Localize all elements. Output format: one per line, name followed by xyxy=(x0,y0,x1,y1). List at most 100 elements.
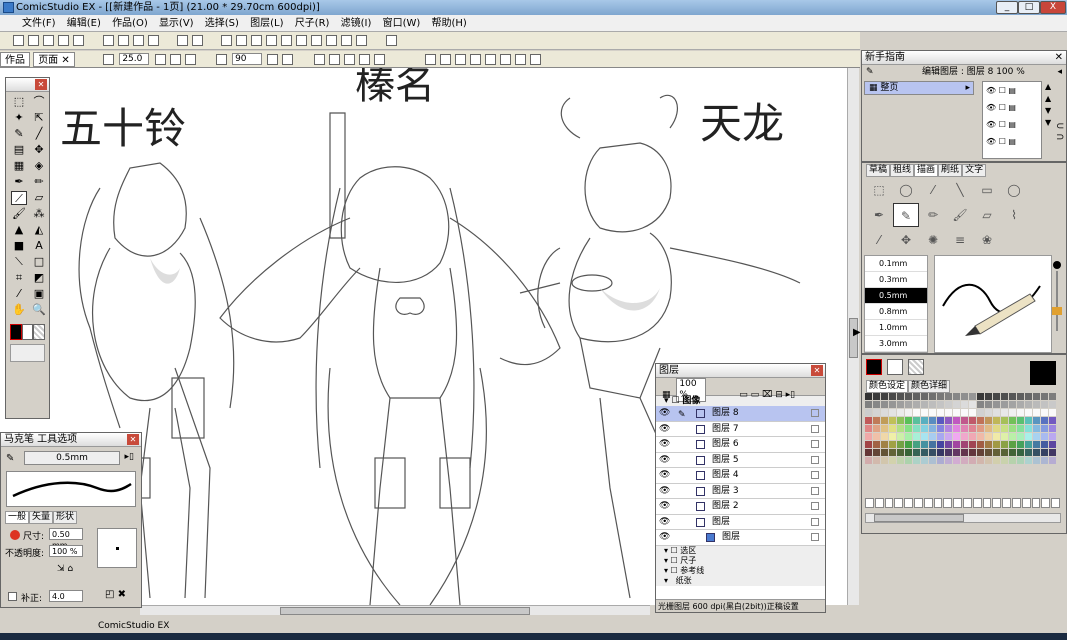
color-swatch[interactable] xyxy=(993,449,1000,456)
color-swatch[interactable] xyxy=(1009,425,1016,432)
view2-icon[interactable] xyxy=(251,35,263,46)
color-swatch[interactable] xyxy=(993,441,1000,448)
color-swatch[interactable] xyxy=(1001,449,1008,456)
folder-paper[interactable]: ▾ 纸张 xyxy=(664,576,825,586)
layer-row[interactable]: 👁 图层 3 xyxy=(656,483,825,499)
color-swatch[interactable] xyxy=(865,425,872,432)
menu-filter[interactable]: 滤镜(I) xyxy=(337,15,376,32)
custom-color-slot[interactable] xyxy=(953,498,962,508)
size-option[interactable]: 0.3mm xyxy=(865,272,927,288)
flip-v-icon[interactable] xyxy=(282,54,294,65)
color-swatch[interactable] xyxy=(945,417,952,424)
color-swatch[interactable] xyxy=(865,409,872,416)
color-swatch[interactable] xyxy=(1041,409,1048,416)
color-swatch[interactable] xyxy=(969,449,976,456)
tab-text[interactable]: 文字 xyxy=(962,164,987,177)
color-swatch[interactable] xyxy=(1017,457,1024,464)
color-swatch[interactable] xyxy=(969,417,976,424)
color-swatch[interactable] xyxy=(961,393,968,400)
gradient-icon[interactable]: ■ xyxy=(11,239,27,253)
tab-vector[interactable]: 矢量 xyxy=(29,511,54,524)
color-swatch[interactable] xyxy=(985,425,992,432)
color-swatch[interactable] xyxy=(897,409,904,416)
size-option-selected[interactable]: 0.5mm xyxy=(865,288,927,304)
color-swatch[interactable] xyxy=(1001,409,1008,416)
fill-icon[interactable] xyxy=(455,54,466,65)
color-swatch[interactable] xyxy=(929,401,936,408)
color-swatch[interactable] xyxy=(1033,409,1040,416)
color-swatch[interactable] xyxy=(953,401,960,408)
layer-mask-icon[interactable] xyxy=(811,533,819,541)
color-swatch[interactable] xyxy=(873,425,880,432)
hash-icon[interactable] xyxy=(530,54,541,65)
color-swatch[interactable] xyxy=(1009,449,1016,456)
color-swatch[interactable] xyxy=(1049,393,1056,400)
eye-icon[interactable]: 👁 xyxy=(659,533,670,542)
custom-color-slot[interactable] xyxy=(1031,498,1041,508)
custom-color-slot[interactable] xyxy=(943,498,953,508)
color-swatch[interactable] xyxy=(889,417,896,424)
rect-select-icon[interactable]: ⬚ xyxy=(11,95,27,109)
color-swatch[interactable] xyxy=(873,433,880,440)
expand-icon[interactable] xyxy=(328,54,340,65)
color-swatch[interactable] xyxy=(1033,401,1040,408)
color-swatch[interactable] xyxy=(1041,449,1048,456)
layer-row[interactable]: 👁 图层 5 xyxy=(656,452,825,468)
color-swatch[interactable] xyxy=(985,417,992,424)
marker-icon[interactable] xyxy=(440,54,451,65)
color-swatch[interactable] xyxy=(1017,401,1024,408)
color-swatch[interactable] xyxy=(881,393,888,400)
burst-icon[interactable]: ✺ xyxy=(920,228,946,252)
custom-color-slot[interactable] xyxy=(884,498,894,508)
zoom-out-icon[interactable] xyxy=(154,54,166,65)
rect-marquee-icon[interactable]: ⬚ xyxy=(866,178,892,202)
rect-sub-icon[interactable]: ▭ xyxy=(974,178,1000,202)
color-swatch[interactable] xyxy=(961,441,968,448)
tab-paper[interactable]: 刷纸 xyxy=(938,164,963,177)
main-color-chip[interactable] xyxy=(10,324,22,340)
layer-row[interactable]: 👁 图层 4 xyxy=(656,468,825,484)
color-swatch[interactable] xyxy=(977,433,984,440)
color-swatch[interactable] xyxy=(993,425,1000,432)
color-swatch[interactable] xyxy=(921,441,928,448)
color-swatch[interactable] xyxy=(953,457,960,464)
color-swatch[interactable] xyxy=(889,393,896,400)
color-swatch[interactable] xyxy=(873,409,880,416)
pattern-icon[interactable]: ❀ xyxy=(974,228,1000,252)
zoom-field[interactable]: 25.0 xyxy=(119,53,150,65)
color-swatch[interactable] xyxy=(961,425,968,432)
hatch-icon[interactable]: ≡ xyxy=(947,228,973,252)
tone-tool-icon[interactable]: ▤ xyxy=(11,143,27,157)
color-swatch[interactable] xyxy=(1025,417,1032,424)
tab-page[interactable]: 页面 ✕ xyxy=(33,52,75,67)
menu-works[interactable]: 作品(O) xyxy=(108,15,152,32)
color-swatch[interactable] xyxy=(913,425,920,432)
color-swatch[interactable] xyxy=(889,449,896,456)
custom-color-slot[interactable] xyxy=(894,498,904,508)
color-swatch[interactable] xyxy=(881,449,888,456)
color-swatch[interactable] xyxy=(873,417,880,424)
color-swatch[interactable] xyxy=(977,393,984,400)
color-swatch[interactable] xyxy=(921,457,928,464)
lasso-icon[interactable]: ⌒ xyxy=(31,95,47,109)
menu-edit[interactable]: 编辑(E) xyxy=(63,15,105,32)
color-swatch[interactable] xyxy=(1033,393,1040,400)
color-swatch[interactable] xyxy=(905,441,912,448)
color-swatch[interactable] xyxy=(1009,417,1016,424)
layer-row[interactable]: 👁 图层 6 xyxy=(656,437,825,453)
color-swatch[interactable] xyxy=(977,409,984,416)
color-swatch[interactable] xyxy=(969,433,976,440)
custom-color-slot[interactable] xyxy=(904,498,913,508)
custom-color-slot[interactable] xyxy=(933,498,943,508)
close-icon[interactable]: ✕ xyxy=(127,434,139,445)
line-sub-icon[interactable]: ╲ xyxy=(947,178,973,202)
cube-icon[interactable]: ◈ xyxy=(31,159,47,173)
close-doc-icon[interactable] xyxy=(43,35,55,46)
vscroll-thumb[interactable] xyxy=(849,318,858,358)
thumb-row[interactable]: 👁 ☐ ▤ xyxy=(986,82,1041,99)
custom-color-slot[interactable] xyxy=(923,498,933,508)
color-swatch[interactable] xyxy=(945,409,952,416)
dropper-sub-icon[interactable]: ⁄ xyxy=(866,228,892,252)
fill-tool-icon[interactable]: ◭ xyxy=(31,223,47,237)
color-swatch[interactable] xyxy=(881,401,888,408)
